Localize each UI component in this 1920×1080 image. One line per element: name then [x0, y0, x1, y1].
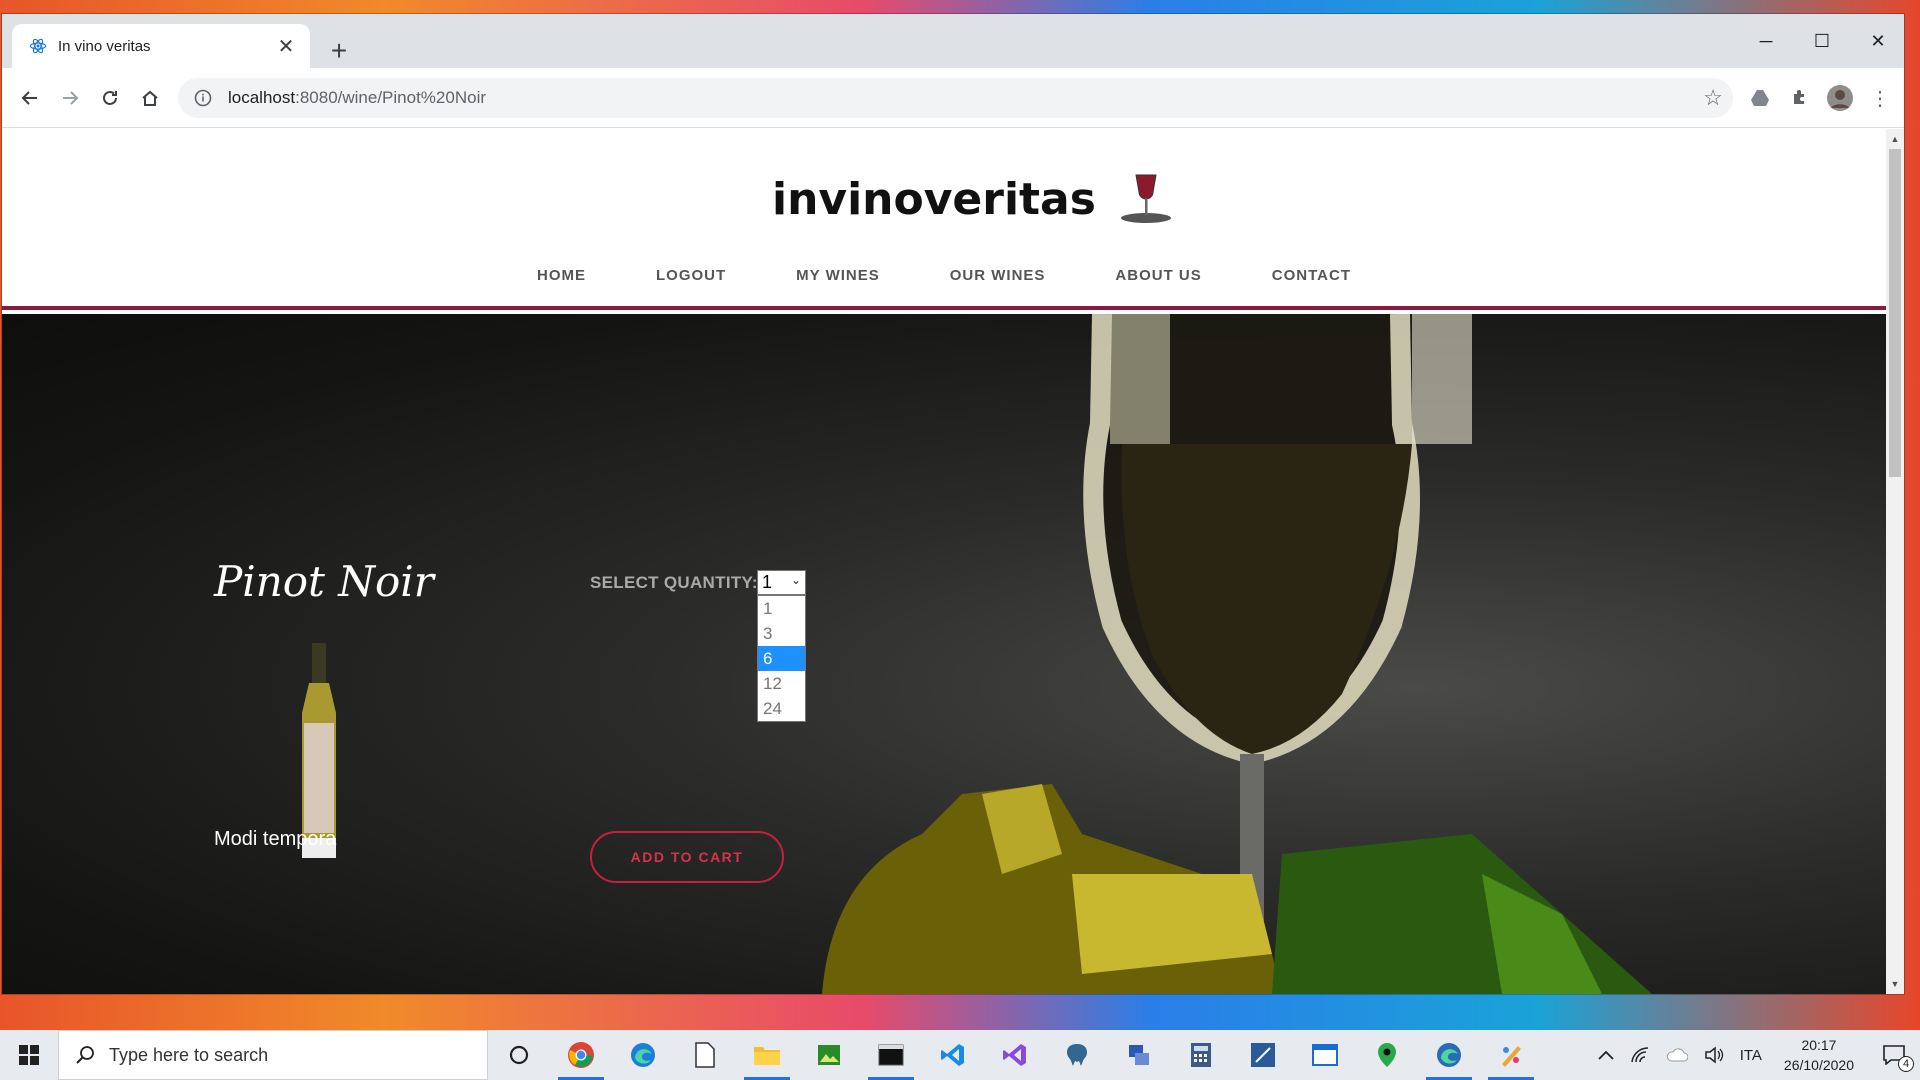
notification-center[interactable]: 4: [1868, 1030, 1920, 1080]
tray-chevron-up-icon[interactable]: [1590, 1030, 1622, 1080]
reload-icon: [103, 90, 117, 105]
taskbar-search[interactable]: Type here to search: [58, 1030, 488, 1080]
wine-glass-background-image: [822, 314, 1652, 994]
site-logo[interactable]: invinoveritas: [772, 171, 1174, 227]
scroll-down-icon[interactable]: ▼: [1886, 976, 1904, 992]
edge-taskbar-icon[interactable]: [612, 1030, 674, 1080]
system-tray: ITA 20:17 26/10/2020 4: [1590, 1030, 1920, 1080]
wine-bottle-image: [302, 643, 336, 858]
quantity-label: SELECT QUANTITY:: [590, 573, 758, 592]
drive-extension-icon[interactable]: [1744, 82, 1776, 114]
wifi-icon[interactable]: [1622, 1030, 1658, 1080]
scroll-thumb[interactable]: [1889, 149, 1901, 477]
language-indicator[interactable]: ITA: [1732, 1030, 1770, 1080]
address-bar[interactable]: localhost:8080/wine/Pinot%20Noir ☆: [178, 78, 1733, 118]
home-icon: [142, 90, 158, 106]
paint-taskbar-icon[interactable]: [1480, 1030, 1542, 1080]
react-favicon-icon: [28, 36, 48, 56]
reload-button[interactable]: [94, 82, 126, 114]
quantity-option[interactable]: 1: [758, 596, 805, 621]
quantity-option[interactable]: 3: [758, 621, 805, 646]
quantity-select[interactable]: 1 ⌄: [757, 570, 806, 595]
chevron-down-icon: ⌄: [790, 573, 801, 587]
visual-studio-taskbar-icon[interactable]: [984, 1030, 1046, 1080]
clock-time: 20:17: [1801, 1037, 1837, 1053]
extensions-puzzle-icon[interactable]: [1784, 82, 1816, 114]
browser-tab[interactable]: In vino veritas ✕: [12, 24, 310, 68]
site-header: invinoveritas HOME LOGOUT MY WINES OUR W…: [2, 129, 1886, 310]
cortana-icon[interactable]: [488, 1030, 550, 1080]
quantity-option[interactable]: 24: [758, 696, 805, 721]
maximize-button[interactable]: ☐: [1794, 26, 1850, 56]
add-to-cart-button[interactable]: ADD TO CART: [590, 831, 784, 883]
quantity-selected-value: 1: [762, 572, 773, 592]
site-info-icon[interactable]: [192, 87, 214, 109]
terminal-taskbar-icon[interactable]: [860, 1030, 922, 1080]
url-text: localhost:8080/wine/Pinot%20Noir: [228, 88, 487, 107]
sql-tool-taskbar-icon[interactable]: [1232, 1030, 1294, 1080]
network-admin-taskbar-icon[interactable]: [1108, 1030, 1170, 1080]
back-button[interactable]: [14, 82, 46, 114]
scroll-up-icon[interactable]: ▲: [1886, 131, 1904, 147]
window-app-taskbar-icon[interactable]: [1294, 1030, 1356, 1080]
profile-avatar[interactable]: [1824, 82, 1856, 114]
postgres-taskbar-icon[interactable]: [1046, 1030, 1108, 1080]
file-taskbar-icon[interactable]: [674, 1030, 736, 1080]
wine-name: Pinot Noir: [214, 557, 434, 606]
volume-icon[interactable]: [1696, 1030, 1732, 1080]
clock-date: 26/10/2020: [1783, 1057, 1854, 1073]
nav-our-wines[interactable]: OUR WINES: [950, 267, 1046, 284]
quantity-dropdown-list: 1 3 6 12 24: [757, 595, 806, 722]
new-tab-button[interactable]: +: [324, 36, 354, 66]
page-viewport: invinoveritas HOME LOGOUT MY WINES OUR W…: [2, 129, 1886, 994]
system-clock[interactable]: 20:17 26/10/2020: [1770, 1035, 1868, 1075]
vscode-taskbar-icon[interactable]: [922, 1030, 984, 1080]
browser-window: In vino veritas ✕ + ─ ☐ ✕ localhost:8080…: [2, 14, 1904, 994]
wine-glass-logo-icon: [1118, 169, 1174, 230]
nav-home[interactable]: HOME: [537, 267, 586, 284]
start-button[interactable]: [0, 1030, 58, 1080]
nav-my-wines[interactable]: MY WINES: [796, 267, 880, 284]
tab-bar: In vino veritas ✕ + ─ ☐ ✕: [2, 14, 1904, 68]
quantity-option[interactable]: 12: [758, 671, 805, 696]
tab-title: In vino veritas: [58, 37, 151, 55]
windows-logo-icon: [19, 1045, 39, 1065]
wine-description: Modi tempora: [214, 828, 337, 850]
quantity-option-highlighted[interactable]: 6: [758, 646, 805, 671]
minimize-button[interactable]: ─: [1738, 26, 1794, 56]
close-window-button[interactable]: ✕: [1850, 26, 1904, 56]
maps-pin-taskbar-icon[interactable]: [1356, 1030, 1418, 1080]
forward-arrow-icon: [63, 91, 79, 105]
chrome-taskbar-icon[interactable]: [550, 1030, 612, 1080]
nav-about-us[interactable]: ABOUT US: [1115, 267, 1201, 284]
nav-logout[interactable]: LOGOUT: [656, 267, 726, 284]
browser-toolbar: localhost:8080/wine/Pinot%20Noir ☆ ⋮: [2, 68, 1904, 128]
windows-taskbar: Type here to search ITA 20:17 26/10/2020…: [0, 1030, 1920, 1080]
home-button[interactable]: [134, 82, 166, 114]
main-nav: HOME LOGOUT MY WINES OUR WINES ABOUT US …: [2, 267, 1886, 284]
search-icon: [76, 1046, 94, 1064]
menu-kebab-icon[interactable]: ⋮: [1864, 82, 1896, 114]
product-hero: Pinot Noir Modi tempora SELECT QUANTITY:…: [2, 314, 1886, 994]
notification-count-badge: 4: [1898, 1056, 1914, 1072]
bookmark-star-icon[interactable]: ☆: [1693, 85, 1733, 111]
tab-close-icon[interactable]: ✕: [274, 34, 298, 58]
page-scrollbar[interactable]: ▲ ▼: [1886, 129, 1904, 994]
search-placeholder: Type here to search: [109, 1044, 269, 1065]
file-explorer-taskbar-icon[interactable]: [736, 1030, 798, 1080]
back-arrow-icon: [21, 91, 37, 105]
onedrive-cloud-icon[interactable]: [1658, 1030, 1696, 1080]
photos-taskbar-icon[interactable]: [798, 1030, 860, 1080]
edge-dev-taskbar-icon[interactable]: [1418, 1030, 1480, 1080]
logo-text: invinoveritas: [772, 173, 1096, 225]
nav-contact[interactable]: CONTACT: [1272, 267, 1351, 284]
forward-button[interactable]: [54, 82, 86, 114]
calculator-taskbar-icon[interactable]: [1170, 1030, 1232, 1080]
